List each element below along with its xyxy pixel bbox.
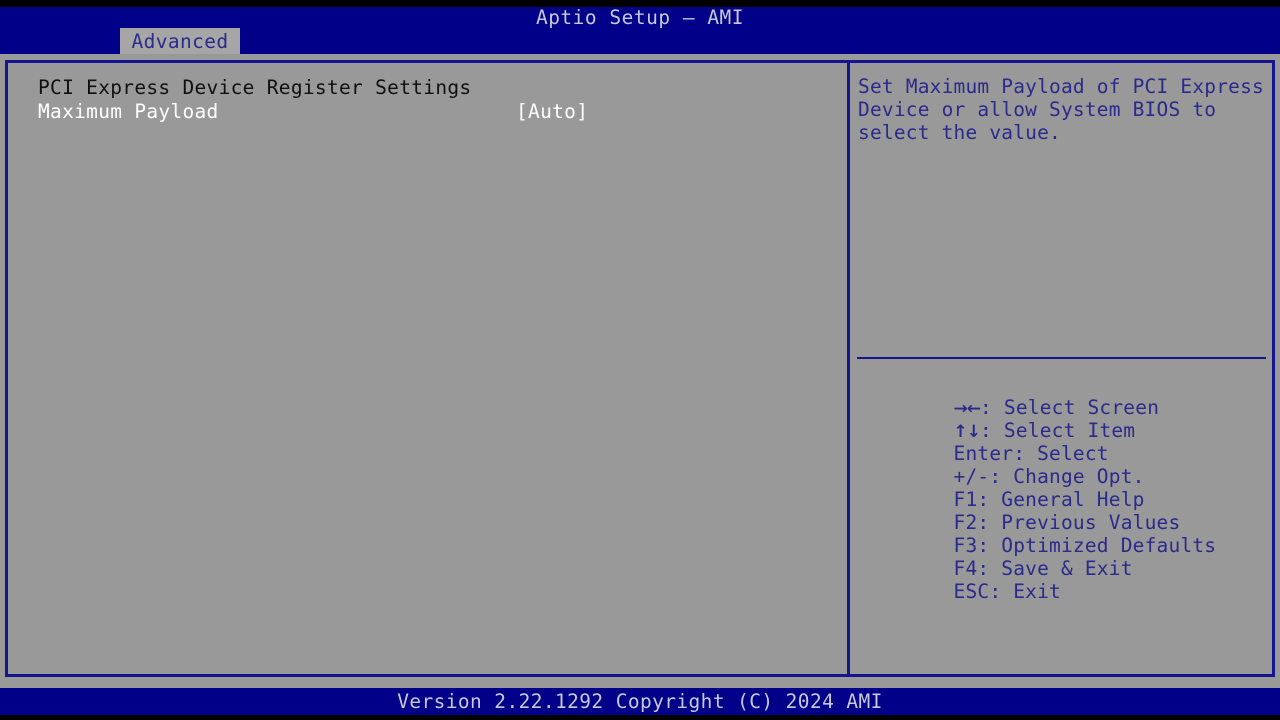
bios-setup-screen: Aptio Setup – AMI Advanced PCI Express D… [0,0,1280,720]
help-description: Set Maximum Payload of PCI Express Devic… [858,75,1276,144]
arrow-up-down-icon: ↑↓ [953,422,981,442]
section-header: PCI Express Device Register Settings [38,76,472,99]
key-legend-row: →←: Select Screen [858,373,1268,419]
footer-version: Version 2.22.1292 Copyright (C) 2024 AMI [397,690,883,713]
settings-pane: PCI Express Device Register Settings Max… [8,63,847,674]
page-title: Aptio Setup – AMI [535,6,745,29]
key-legend-label: : Select Item [980,419,1136,442]
key-legend-label: F2: Previous Values [953,511,1181,534]
bottom-bezel [0,715,1280,720]
help-separator [857,357,1266,359]
key-legend-label: F3: Optimized Defaults [953,534,1217,557]
tab-advanced-label: Advanced [131,30,229,53]
setting-label: Maximum Payload [38,100,219,123]
key-legend-label: F4: Save & Exit [953,557,1133,580]
setting-value[interactable]: [Auto] [516,100,588,124]
key-legend-label: ESC: Exit [953,580,1061,603]
key-legend-label: F1: General Help [953,488,1145,511]
tab-advanced[interactable]: Advanced [120,28,240,54]
key-legend-label: Enter: Select [953,442,1109,465]
key-legend: →←: Select Screen ↑↓: Select Item Enter:… [858,373,1268,603]
help-pane: Set Maximum Payload of PCI Express Devic… [850,63,1272,674]
setting-row-maximum-payload[interactable]: Maximum Payload [Auto] [8,100,847,124]
arrow-right-left-icon: →← [953,399,981,419]
key-legend-label: : Select Screen [980,396,1160,419]
key-legend-label: +/-: Change Opt. [953,465,1145,488]
